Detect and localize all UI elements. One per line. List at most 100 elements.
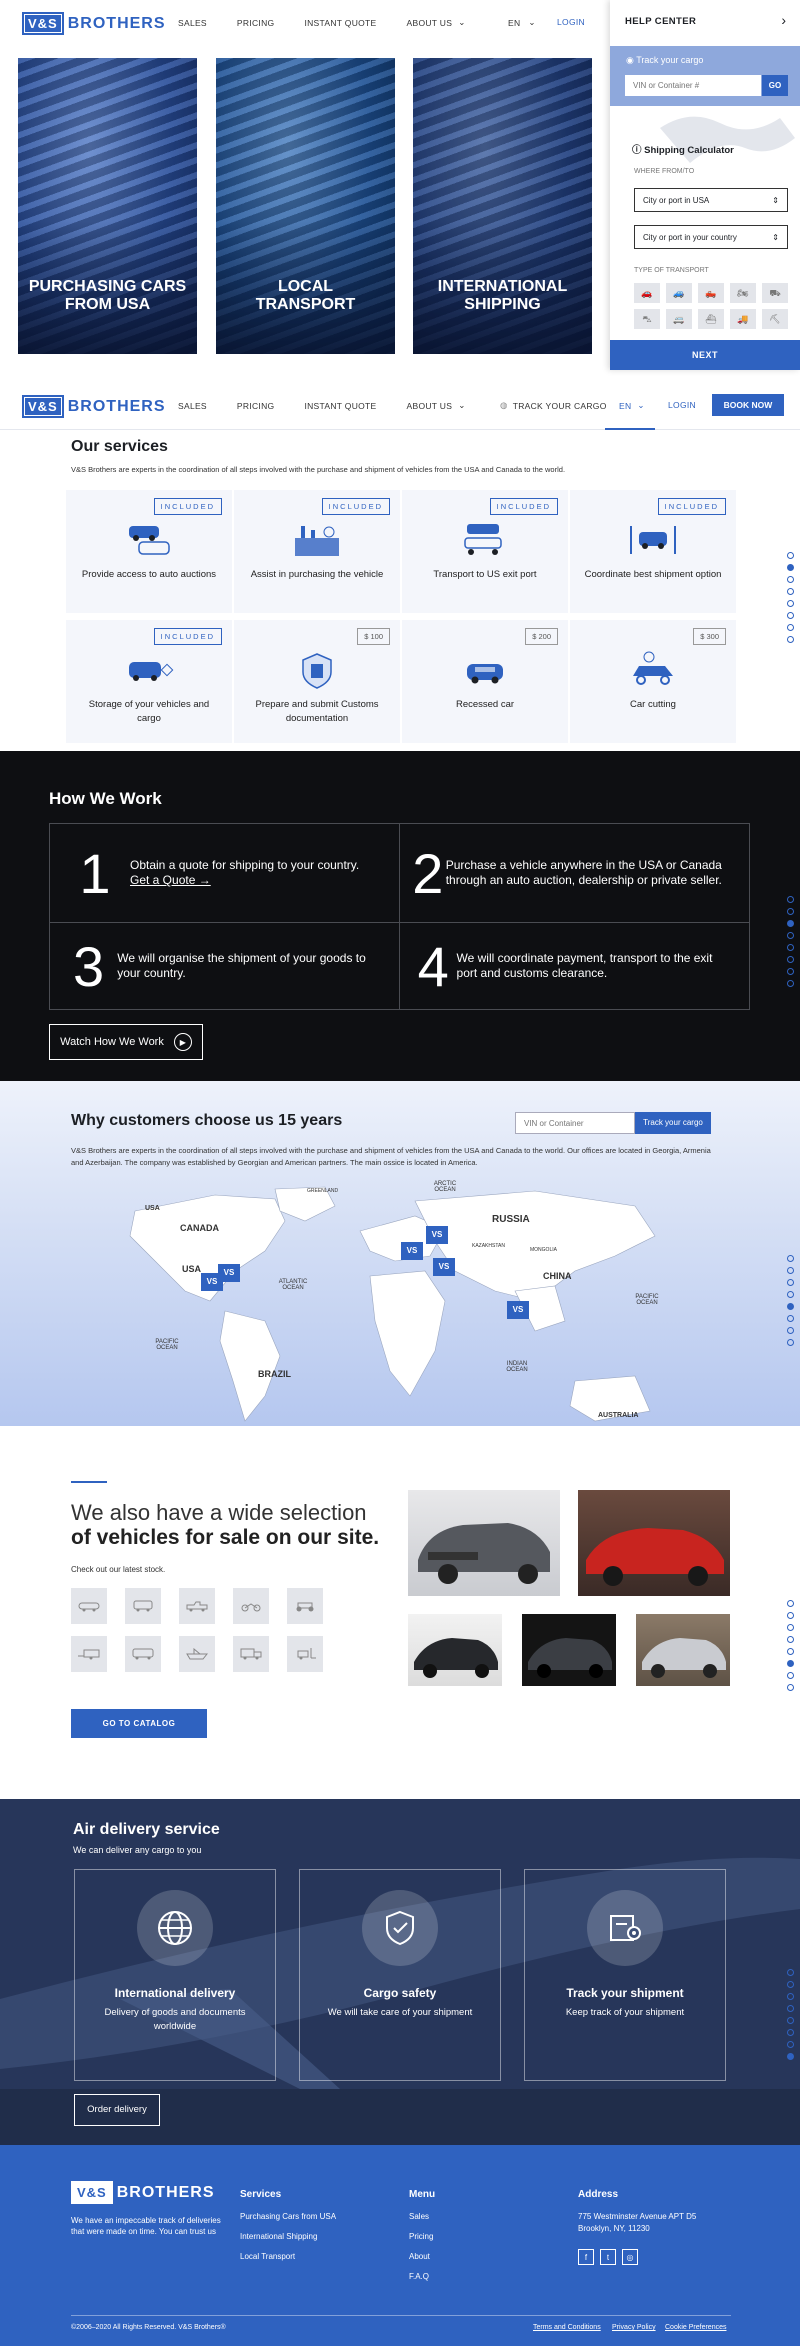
car-photo-dark-sedan[interactable] [408,1614,502,1686]
pager-dot[interactable] [787,1612,794,1619]
nav-instant-quote[interactable]: INSTANT QUOTE [304,401,376,411]
to-select[interactable]: City or port in your country ⇕ [634,225,788,249]
pager-dot[interactable] [787,968,794,975]
office-marker[interactable]: VS [201,1273,223,1291]
book-now-button[interactable]: BOOK NOW [712,394,784,416]
car-photo-black-coupe[interactable] [522,1614,616,1686]
pager-dot[interactable] [787,2005,794,2012]
footer-link[interactable]: Sales [409,2212,435,2221]
pager-dot[interactable] [787,908,794,915]
pager-dot[interactable] [787,1636,794,1643]
pager-dot[interactable] [787,1600,794,1607]
footer-link[interactable]: Pricing [409,2232,435,2241]
footer-link[interactable]: Purchasing Cars from USA [240,2212,336,2221]
pager-dot[interactable] [787,1255,794,1262]
trailer-icon[interactable]: ⛍ [634,309,660,329]
pickup-icon[interactable] [179,1588,215,1624]
pager-dot[interactable] [787,1648,794,1655]
pager-dot[interactable] [787,636,794,643]
motorcycle-icon[interactable]: 🏍 [730,283,756,303]
hero-card-purchasing[interactable]: PURCHASING CARS FROM USA [18,58,197,354]
pager-dot[interactable] [787,1315,794,1322]
pager-dot-active[interactable] [787,1660,794,1667]
pager-dot[interactable] [787,588,794,595]
footer-link[interactable]: International Shipping [240,2232,336,2241]
twitter-icon[interactable]: t [600,2249,616,2265]
pager-dot[interactable] [787,944,794,951]
cookie-link[interactable]: Cookie Preferences [665,2324,726,2331]
atv-icon[interactable]: ⛟ [762,283,788,303]
office-marker[interactable]: VS [426,1226,448,1244]
pager-dot[interactable] [787,600,794,607]
pager-dot[interactable] [787,1291,794,1298]
from-select[interactable]: City or port in USA ⇕ [634,188,788,212]
why-vin-input[interactable] [515,1112,635,1134]
pager-dot[interactable] [787,1279,794,1286]
get-quote-link[interactable]: Get a Quote → [130,873,359,888]
truck-icon[interactable]: 🚚 [730,309,756,329]
pager-dot[interactable] [787,2029,794,2036]
forklift-icon[interactable]: ⛏ [762,309,788,329]
van-icon[interactable]: 🚐 [666,309,692,329]
hero-card-international[interactable]: INTERNATIONAL SHIPPING [413,58,592,354]
pickup-icon[interactable]: 🛻 [698,283,724,303]
nav-pricing[interactable]: PRICING [237,18,275,28]
pager-dot-active[interactable] [787,564,794,571]
car-photo-silver-sedan[interactable] [636,1614,730,1686]
lang-select[interactable]: EN ⌄ [508,17,536,28]
pager-dot[interactable] [787,552,794,559]
footer-link[interactable]: F.A.Q [409,2272,435,2281]
next-button[interactable]: NEXT [610,340,800,370]
office-marker[interactable]: VS [401,1242,423,1260]
nav-about-us[interactable]: ABOUT US [407,18,453,28]
pager-dot[interactable] [787,956,794,963]
vin-input[interactable] [625,75,761,96]
atv-icon[interactable] [287,1588,323,1624]
track-cargo-button[interactable]: Track your cargo [635,1112,711,1134]
pager-dot[interactable] [787,1267,794,1274]
car-photo-mercedes-red[interactable] [578,1490,730,1596]
pager-dot[interactable] [787,612,794,619]
logo[interactable]: V&S BROTHERS [22,395,166,418]
pager-dot-active[interactable] [787,920,794,927]
boat-icon[interactable]: ⛴ [698,309,724,329]
pager-dot[interactable] [787,1624,794,1631]
go-button[interactable]: GO [762,75,788,96]
pager-dot[interactable] [787,624,794,631]
footer-link[interactable]: About [409,2252,435,2261]
pager-dot[interactable] [787,896,794,903]
office-marker[interactable]: VS [433,1258,455,1276]
login-link[interactable]: LOGIN [557,17,585,27]
pager-dot[interactable] [787,1969,794,1976]
instagram-icon[interactable]: ◎ [622,2249,638,2265]
facebook-icon[interactable]: f [578,2249,594,2265]
trailer-icon[interactable] [71,1636,107,1672]
privacy-link[interactable]: Privacy Policy [612,2324,656,2331]
order-delivery-button[interactable]: Order delivery [74,2094,160,2126]
chevron-right-icon[interactable]: › [781,12,786,28]
pager-dot[interactable] [787,1672,794,1679]
pager-dot-active[interactable] [787,1303,794,1310]
motorcycle-icon[interactable] [233,1588,269,1624]
pager-dot[interactable] [787,2041,794,2048]
footer-link[interactable]: Local Transport [240,2252,336,2261]
van-icon[interactable] [125,1636,161,1672]
sedan-icon[interactable] [71,1588,107,1624]
pager-dot[interactable] [787,980,794,987]
pager-dot[interactable] [787,2017,794,2024]
suv-icon[interactable] [125,1588,161,1624]
watch-video-button[interactable]: Watch How We Work ▶ [49,1024,203,1060]
track-cargo-link[interactable]: ◍ TRACK YOUR CARGO [500,400,607,411]
hero-card-local[interactable]: LOCAL TRANSPORT [216,58,395,354]
pager-dot[interactable] [787,1981,794,1988]
pager-dot[interactable] [787,1993,794,2000]
nav-pricing[interactable]: PRICING [237,401,275,411]
office-marker[interactable]: VS [507,1301,529,1319]
nav-sales[interactable]: SALES [178,18,207,28]
footer-logo[interactable]: V&S BROTHERS [71,2181,215,2204]
pager-dot[interactable] [787,1327,794,1334]
pager-dot-active[interactable] [787,2053,794,2060]
go-to-catalog-button[interactable]: GO TO CATALOG [71,1709,207,1738]
boat-icon[interactable] [179,1636,215,1672]
nav-sales[interactable]: SALES [178,401,207,411]
